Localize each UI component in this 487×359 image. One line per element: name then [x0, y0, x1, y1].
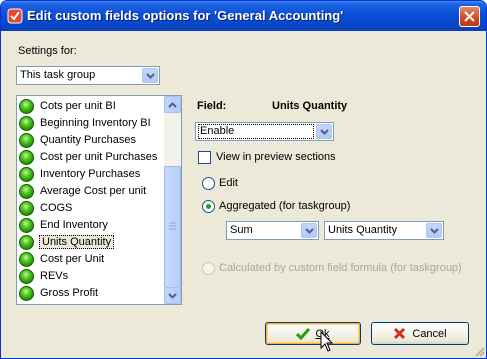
- dialog-window: Edit custom fields options for 'General …: [0, 0, 487, 359]
- fields-listbox[interactable]: Cots per unit BI Beginning Inventory BI …: [16, 95, 182, 305]
- grip-icon: [169, 222, 176, 230]
- chevron-up-icon: [168, 101, 177, 108]
- status-green-icon: [19, 133, 34, 148]
- status-green-icon: [19, 184, 34, 199]
- chevron-down-icon: [429, 227, 439, 234]
- scroll-down-button[interactable]: [164, 287, 181, 304]
- list-item-label: Gross Profit: [40, 287, 99, 299]
- list-item-label: Beginning Inventory BI: [40, 117, 151, 129]
- checkmark-shield-icon: [7, 8, 23, 24]
- list-item[interactable]: End Inventory: [18, 217, 165, 234]
- edit-radio[interactable]: [202, 177, 215, 190]
- status-green-icon: [19, 252, 34, 267]
- list-item-label: COGS: [40, 202, 73, 214]
- aggregate-function-value: Sum: [230, 224, 253, 236]
- status-green-icon: [19, 167, 34, 182]
- calculated-radio-label: Calculated by custom field formula (for …: [219, 262, 462, 274]
- dropdown-arrow[interactable]: [426, 223, 442, 238]
- dropdown-arrow[interactable]: [301, 223, 317, 238]
- resize-grip-icon[interactable]: [473, 345, 485, 357]
- status-green-icon: [19, 116, 34, 131]
- list-item[interactable]: Quantity Purchases: [18, 132, 165, 149]
- cancel-button[interactable]: Cancel: [371, 322, 469, 345]
- status-green-icon: [19, 235, 34, 250]
- cancel-button-label: Cancel: [412, 327, 447, 340]
- list-item-label: Units Quantity: [39, 235, 115, 249]
- list-item-label: Quantity Purchases: [40, 134, 136, 146]
- chevron-down-icon: [304, 227, 314, 234]
- aggregate-field-value: Units Quantity: [328, 224, 398, 236]
- checkmark-icon: [296, 327, 311, 340]
- scroll-thumb[interactable]: [164, 166, 181, 288]
- list-item-label: Average Cost per unit: [40, 185, 147, 197]
- close-icon: [464, 11, 475, 22]
- scroll-up-button[interactable]: [164, 96, 181, 113]
- list-item[interactable]: Cost per Unit: [18, 251, 165, 268]
- list-item-selected[interactable]: Units Quantity: [18, 234, 165, 251]
- chevron-down-icon: [145, 72, 155, 79]
- list-item[interactable]: REVs: [18, 268, 165, 285]
- field-mode-dropdown[interactable]: Enable: [195, 122, 334, 141]
- list-item-label: Inventory Purchases: [40, 168, 141, 180]
- close-button[interactable]: [459, 6, 480, 27]
- field-mode-value: Enable: [198, 124, 314, 139]
- dropdown-arrow[interactable]: [316, 124, 332, 139]
- field-name: Units Quantity: [272, 100, 348, 112]
- view-in-preview-label: View in preview sections: [216, 151, 336, 163]
- edit-radio-label: Edit: [219, 177, 238, 189]
- cross-icon: [394, 327, 406, 340]
- status-green-icon: [19, 99, 34, 114]
- list-item[interactable]: Gross Profit: [18, 285, 165, 302]
- title-bar[interactable]: Edit custom fields options for 'General …: [1, 1, 486, 31]
- list-item[interactable]: Inventory Purchases: [18, 166, 165, 183]
- list-item-label: Cost per unit Purchases: [40, 151, 158, 163]
- list-item[interactable]: Beginning Inventory BI: [18, 115, 165, 132]
- aggregated-radio[interactable]: [202, 200, 215, 213]
- status-green-icon: [19, 150, 34, 165]
- list-item[interactable]: COGS: [18, 200, 165, 217]
- field-label: Field:: [197, 100, 227, 112]
- status-green-icon: [19, 286, 34, 301]
- list-item-label: Cots per unit BI: [40, 100, 116, 112]
- list-item-label: End Inventory: [40, 219, 108, 231]
- list-item[interactable]: Cots per unit BI: [18, 98, 165, 115]
- aggregate-field-dropdown[interactable]: Units Quantity: [324, 221, 444, 240]
- ok-button[interactable]: Ok: [265, 322, 361, 345]
- settings-for-dropdown[interactable]: This task group: [16, 66, 160, 85]
- list-scrollbar[interactable]: [164, 96, 181, 304]
- list-item-label: REVs: [40, 270, 69, 282]
- status-green-icon: [19, 201, 34, 216]
- chevron-down-icon: [168, 292, 177, 299]
- view-in-preview-checkbox[interactable]: [198, 151, 211, 164]
- aggregated-radio-label: Aggregated (for taskgroup): [219, 200, 351, 212]
- window-title: Edit custom fields options for 'General …: [27, 8, 344, 23]
- dropdown-arrow[interactable]: [142, 68, 158, 83]
- chevron-down-icon: [319, 128, 329, 135]
- settings-for-value: This task group: [20, 69, 96, 81]
- settings-for-label: Settings for:: [18, 45, 77, 57]
- mouse-cursor-icon: [320, 331, 334, 352]
- list-item-label: Cost per Unit: [40, 253, 105, 265]
- aggregate-function-dropdown[interactable]: Sum: [226, 221, 319, 240]
- list-item[interactable]: Average Cost per unit: [18, 183, 165, 200]
- list-item[interactable]: Cost per unit Purchases: [18, 149, 165, 166]
- status-green-icon: [19, 269, 34, 284]
- calculated-radio[interactable]: [202, 262, 215, 275]
- status-green-icon: [19, 218, 34, 233]
